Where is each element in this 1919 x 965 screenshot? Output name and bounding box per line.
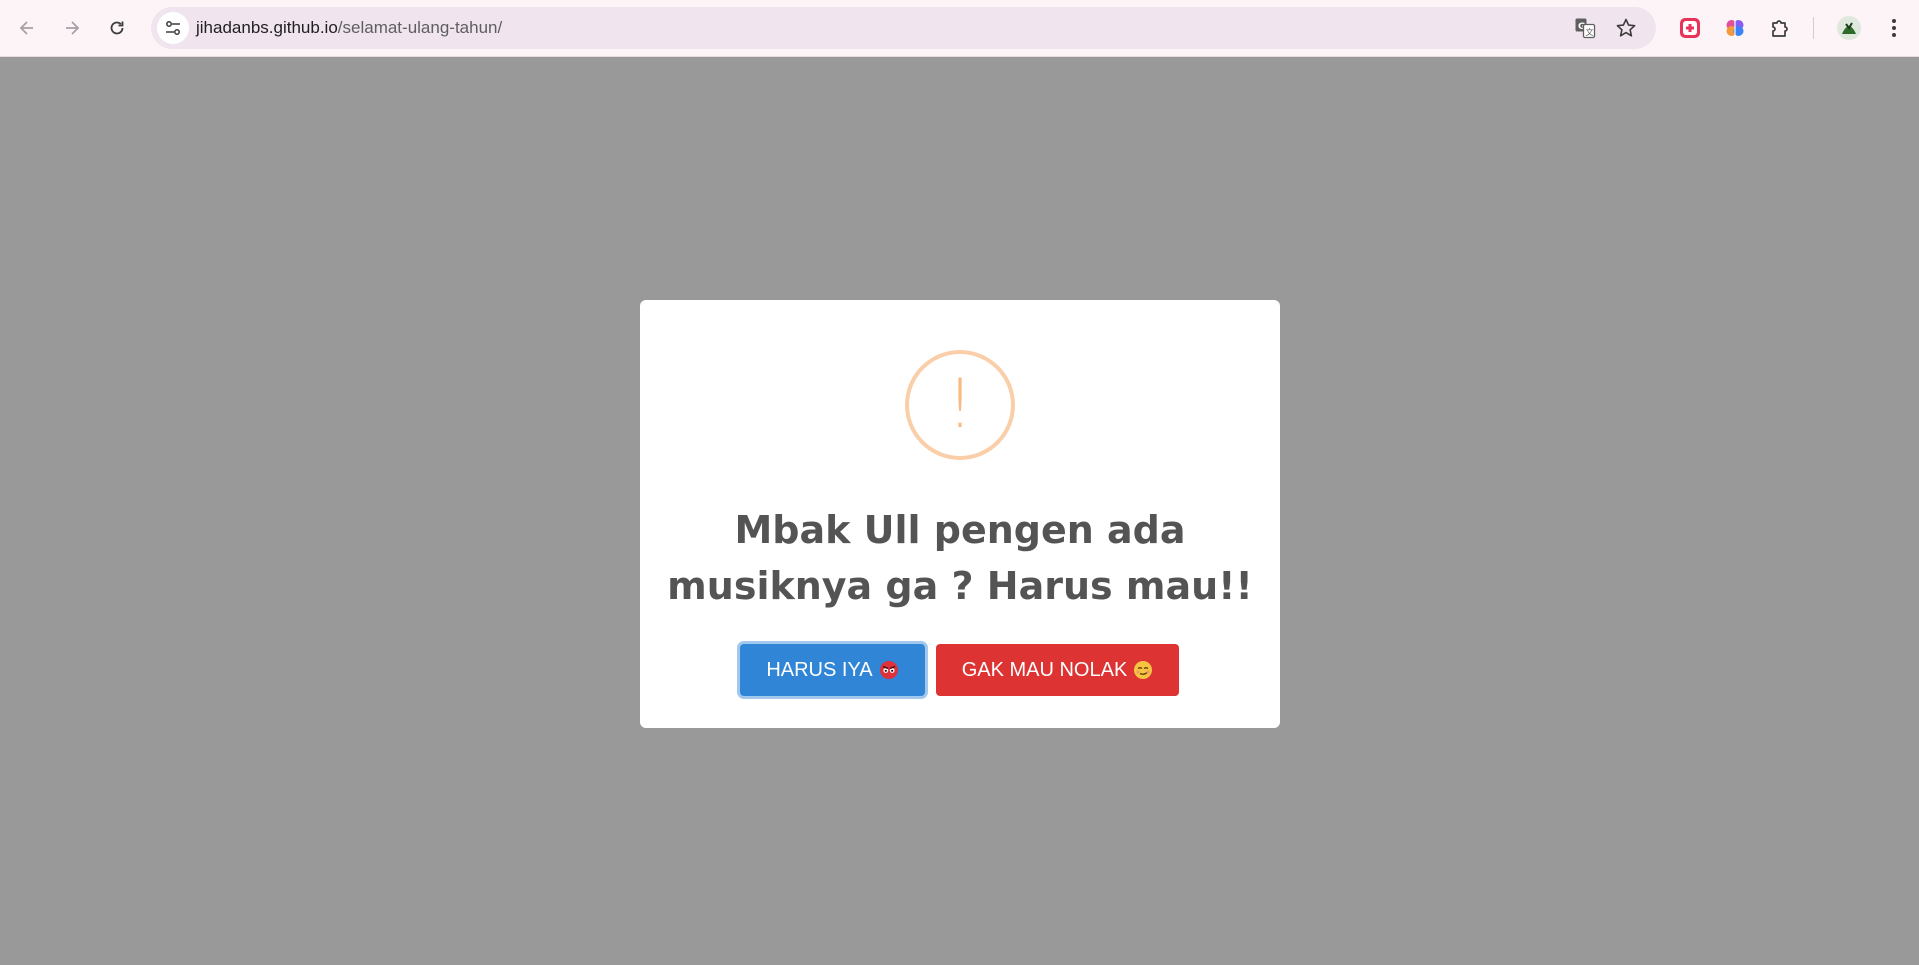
site-info-button[interactable]: [157, 12, 189, 44]
puzzle-icon: [1772, 20, 1788, 37]
warning-glyph: !: [946, 365, 974, 444]
address-bar[interactable]: jihadanbs.github.io/selamat-ulang-tahun/…: [151, 7, 1656, 49]
url-host: jihadanbs.github.io: [196, 18, 338, 37]
warning-exclamation-icon: !: [905, 350, 1015, 460]
browser-menu-button[interactable]: [1878, 12, 1910, 44]
reload-icon: [110, 21, 124, 35]
forward-button[interactable]: [54, 10, 90, 46]
dialog-title: Mbak Ull pengen ada musiknya ga ? Harus …: [667, 508, 1253, 608]
back-button[interactable]: [9, 10, 45, 46]
forward-arrow-icon: [66, 21, 80, 35]
tune-icon: [166, 21, 180, 35]
avatar-icon: [1837, 16, 1861, 40]
confirm-button[interactable]: HARUS IYA: [740, 644, 925, 696]
cancel-button[interactable]: GAK MAU NOLAK: [936, 644, 1179, 696]
back-arrow-icon: [19, 21, 33, 35]
cancel-button-label: GAK MAU NOLAK: [961, 658, 1128, 681]
toolbar-divider: [1813, 17, 1814, 39]
svg-text:文: 文: [1586, 27, 1594, 37]
translate-icon: G文: [1575, 18, 1596, 39]
translate-button[interactable]: G文: [1571, 14, 1599, 42]
smirk-face-icon: [1134, 661, 1153, 679]
profile-button[interactable]: [1833, 12, 1865, 44]
confirm-button-label: HARUS IYA: [766, 658, 873, 681]
extension-button-1[interactable]: [1674, 12, 1706, 44]
alert-dialog: ! Mbak Ull pengen ada musiknya ga ? Haru…: [640, 300, 1280, 728]
kebab-menu-icon: [1892, 19, 1896, 37]
extensions-button[interactable]: [1765, 12, 1797, 44]
red-plus-extension-icon: [1680, 18, 1700, 38]
angry-face-icon: [879, 661, 898, 679]
bookmark-button[interactable]: [1612, 14, 1640, 42]
star-icon: [1616, 18, 1636, 37]
brain-extension-icon: [1726, 20, 1744, 36]
extension-button-2[interactable]: [1719, 12, 1751, 44]
url-text[interactable]: jihadanbs.github.io/selamat-ulang-tahun/: [196, 18, 502, 38]
reload-button[interactable]: [99, 10, 135, 46]
url-path: /selamat-ulang-tahun/: [337, 18, 503, 37]
browser-toolbar: jihadanbs.github.io/selamat-ulang-tahun/…: [0, 0, 1919, 57]
